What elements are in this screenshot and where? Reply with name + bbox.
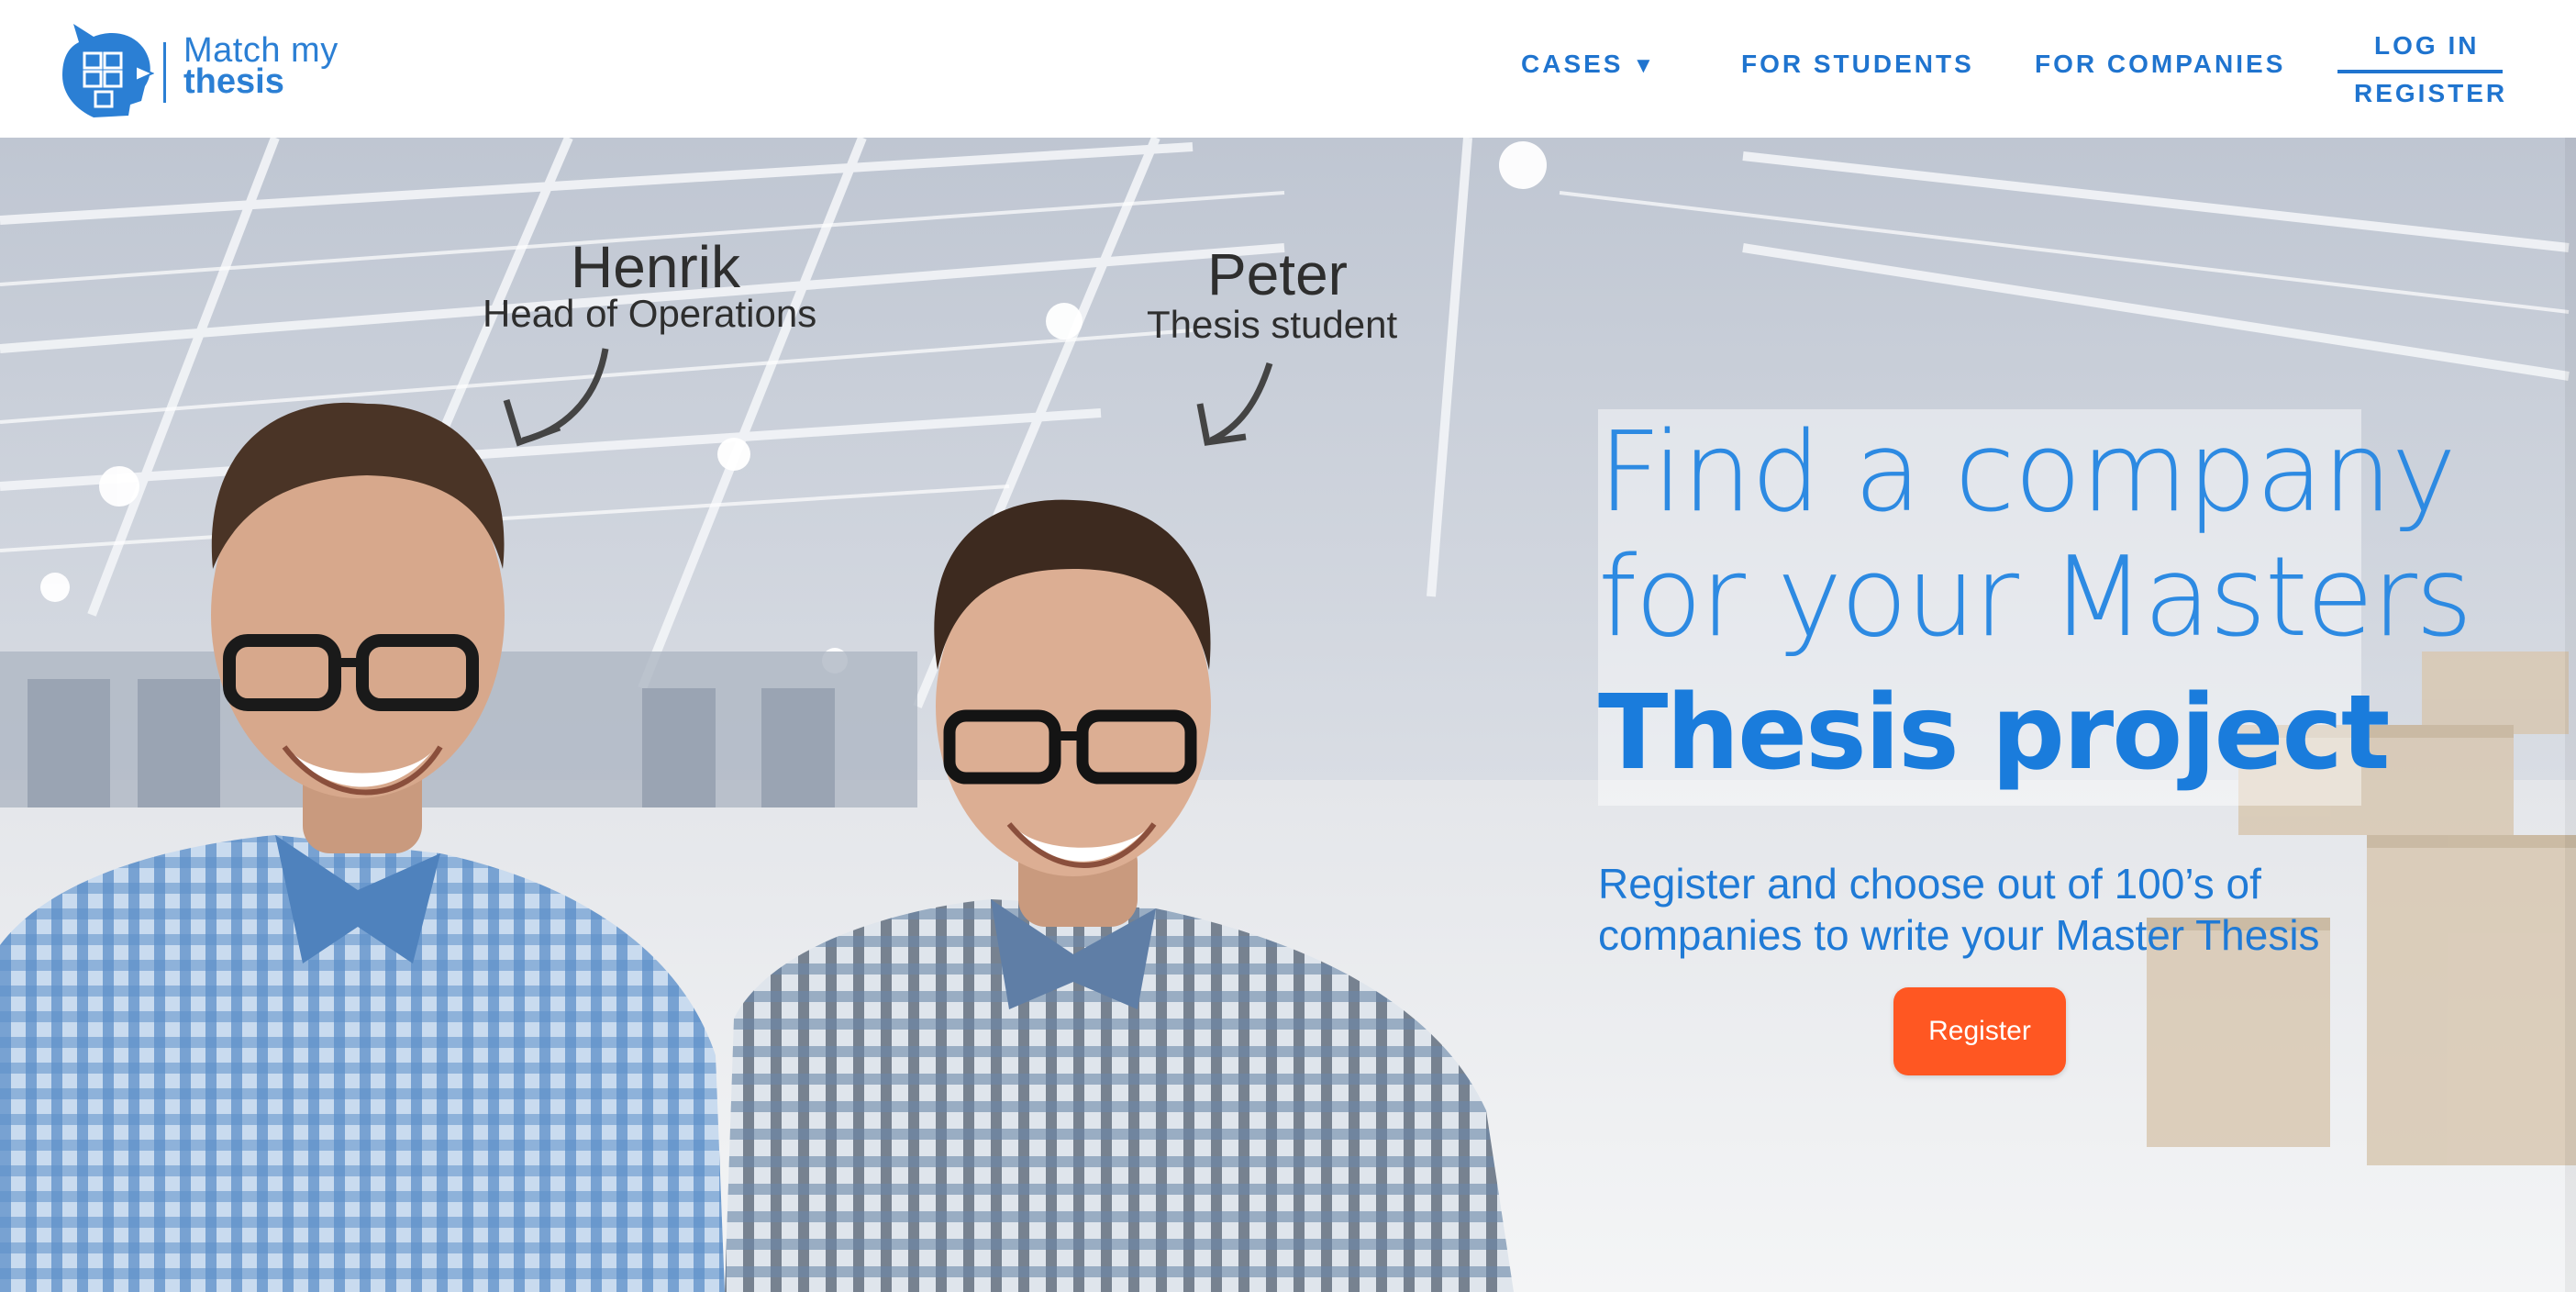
site-header: Match my thesis CASES ▼ FOR STUDENTS FOR …	[0, 0, 2576, 138]
henrik-name-label: Henrik	[571, 234, 740, 300]
brand-logo[interactable]: Match my thesis	[57, 17, 350, 122]
caret-down-icon: ▼	[1632, 53, 1658, 78]
nav-cases[interactable]: CASES ▼	[1521, 50, 1657, 79]
nav-cases-label: CASES	[1521, 50, 1624, 78]
logo-line1: Match my	[183, 31, 339, 70]
subtitle-line-2: companies to write your Master Thesis	[1598, 911, 2320, 959]
logo-head-puzzle-icon	[62, 24, 154, 117]
logo-separator	[163, 42, 166, 103]
logo-wordmark: Match my thesis	[183, 31, 339, 101]
peter-role-label: Thesis student	[1147, 303, 1398, 346]
hero-section: Henrik Head of Operations Peter Thesis s…	[0, 138, 2576, 1292]
logo-line2: thesis	[183, 62, 284, 101]
henrik-role-label: Head of Operations	[483, 292, 817, 335]
nav-login-divider	[2337, 70, 2503, 73]
nav-register[interactable]: REGISTER	[2354, 79, 2507, 108]
headline-line-1: Find a company	[1598, 409, 2457, 537]
nav-for-companies[interactable]: FOR COMPANIES	[2035, 50, 2285, 79]
peter-name-label: Peter	[1207, 241, 1348, 307]
nav-for-students[interactable]: FOR STUDENTS	[1741, 50, 1974, 79]
page-scroll-edge	[2565, 138, 2576, 1292]
headline-line-2: for your Masters	[1598, 534, 2472, 662]
nav-login[interactable]: LOG IN	[2374, 31, 2479, 61]
register-button[interactable]: Register	[1893, 987, 2066, 1075]
headline-line-3: Thesis project	[1598, 674, 2390, 793]
subtitle-line-1: Register and choose out of 100’s of	[1598, 860, 2261, 908]
